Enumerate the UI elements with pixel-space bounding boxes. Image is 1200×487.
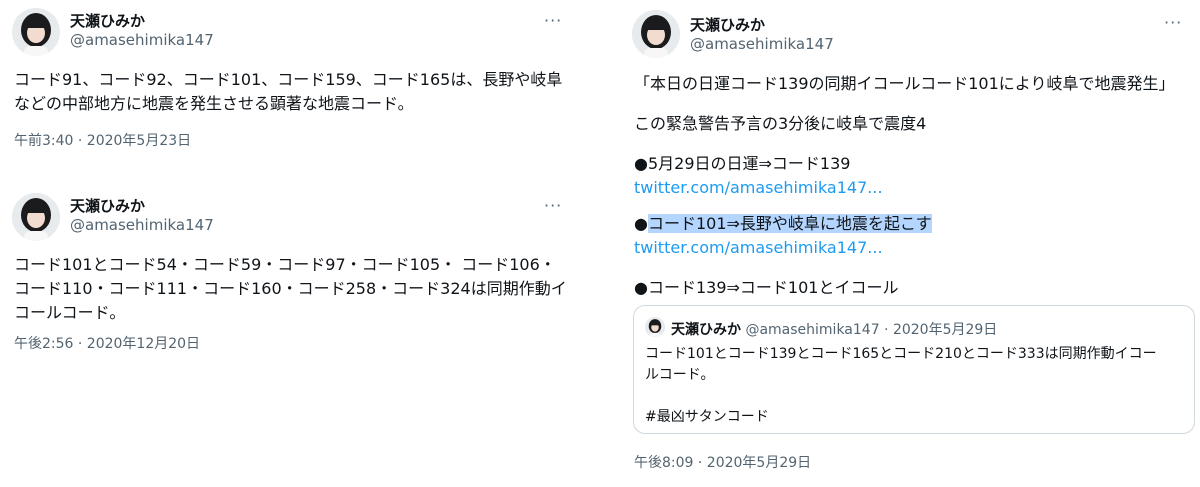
tweet-text-line: コード91、コード92、コード101、コード159、コード165は、長野や岐阜 (14, 70, 563, 89)
tweet-text-line: コード101とコード139とコード165とコード210とコード333は同期作動イ… (645, 346, 1157, 362)
tweet-timestamp[interactable]: 午後2:56 · 2020年12月20日 (14, 333, 200, 353)
user-name[interactable]: 天瀬ひみか (70, 10, 145, 31)
avatar[interactable] (645, 317, 665, 337)
tweet-text-line: コード101とコード54・コード59・コード97・コード105・ コード106・ (14, 255, 556, 274)
tweet-3[interactable]: 天瀬ひみか @amasehimika147 ··· 「本日の日運コード139の同… (620, 0, 1200, 487)
user-handle-date[interactable]: @amasehimika147 · 2020年5月29日 (745, 322, 997, 338)
hashtag[interactable]: #最凶サタンコード (645, 407, 1185, 428)
tweet-paragraph: ●コード101⇒長野や岐阜に地震を起こす (634, 212, 1194, 236)
tweet-timestamp[interactable]: 午後8:09 · 2020年5月29日 (634, 452, 811, 472)
tweet-1[interactable]: 天瀬ひみか @amasehimika147 ··· コード91、コード92、コー… (0, 0, 580, 170)
quoted-tweet-header: 天瀬ひみか @amasehimika147 · 2020年5月29日 (671, 319, 997, 339)
highlighted-text: コード101⇒長野や岐阜に地震を起こす (647, 214, 932, 233)
user-name[interactable]: 天瀬ひみか (690, 14, 765, 35)
tweet-text: コード91、コード92、コード101、コード159、コード165は、長野や岐阜 … (14, 68, 574, 116)
tweet-text: コード101とコード54・コード59・コード97・コード105・ コード106・… (14, 253, 574, 325)
avatar[interactable] (632, 10, 680, 58)
tweet-text-line: などの中部地方に地震を発生させる顕著な地震コード。 (14, 94, 414, 113)
avatar[interactable] (12, 8, 60, 56)
user-handle[interactable]: @amasehimika147 (690, 35, 834, 53)
more-horizontal-icon[interactable]: ··· (544, 13, 562, 29)
tweet-text-line: ルコード。 (645, 367, 715, 383)
tweet-2[interactable]: 天瀬ひみか @amasehimika147 ··· コード101とコード54・コ… (0, 185, 580, 365)
tweet-paragraph: 「本日の日運コード139の同期イコールコード101により岐阜で地震発生」 (634, 74, 1175, 93)
tweet-text: 「本日の日運コード139の同期イコールコード101により岐阜で地震発生」 この緊… (634, 72, 1194, 300)
user-name[interactable]: 天瀬ひみか (70, 195, 145, 216)
tweet-text-line: コールコード。 (14, 303, 126, 322)
user-handle[interactable]: @amasehimika147 (70, 31, 214, 49)
tweet-link[interactable]: twitter.com/amasehimika147... (634, 236, 1194, 260)
more-horizontal-icon[interactable]: ··· (1164, 15, 1182, 31)
tweet-paragraph: この緊急警告予言の3分後に岐阜で震度4 (634, 114, 927, 133)
user-handle[interactable]: @amasehimika147 (70, 216, 214, 234)
tweet-paragraph: ●コード139⇒コード101とイコール (634, 278, 899, 297)
quoted-tweet[interactable]: 天瀬ひみか @amasehimika147 · 2020年5月29日 コード10… (633, 305, 1195, 434)
user-name[interactable]: 天瀬ひみか (671, 322, 741, 338)
tweet-link[interactable]: twitter.com/amasehimika147... (634, 176, 1194, 200)
quoted-tweet-text: コード101とコード139とコード165とコード210とコード333は同期作動イ… (645, 344, 1185, 428)
tweet-text-line: コード110・コード111・コード160・コード258・コード324は同期作動イ (14, 279, 567, 298)
more-horizontal-icon[interactable]: ··· (544, 198, 562, 214)
avatar[interactable] (12, 193, 60, 241)
tweet-paragraph: ●5月29日の日運⇒コード139 (634, 154, 851, 173)
bullet: ● (634, 214, 648, 233)
tweet-timestamp[interactable]: 午前3:40 · 2020年5月23日 (14, 130, 191, 150)
